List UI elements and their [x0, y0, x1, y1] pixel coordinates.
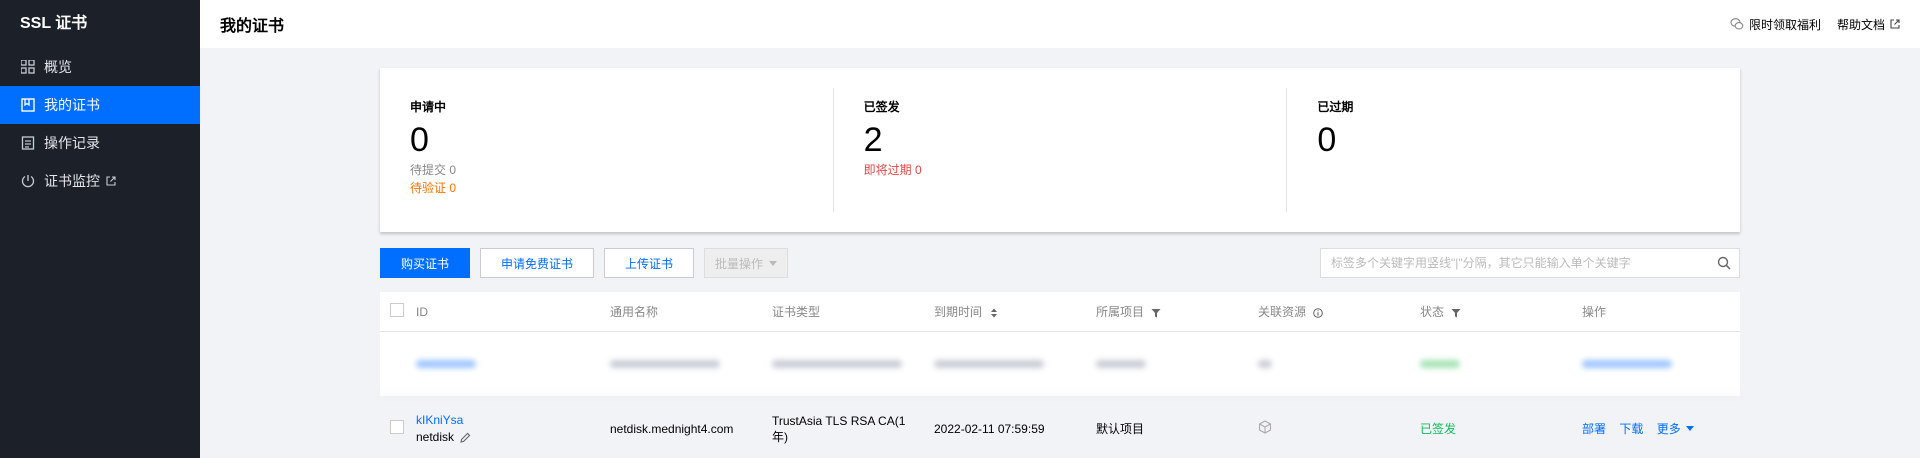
filter-icon[interactable]: [1451, 308, 1461, 318]
promo-link-label: 限时领取福利: [1748, 17, 1821, 32]
cell-project: 默认项目: [1096, 422, 1145, 436]
redacted-resource: [1258, 359, 1272, 368]
redacted-project: [1096, 359, 1146, 368]
stat-label: 已签发: [863, 100, 900, 114]
certificate-id-link[interactable]: kIKniYsa: [416, 413, 610, 427]
row-checkbox[interactable]: [390, 420, 404, 434]
certificate-table: ID 通用名称 证书类型 到期时间 所属项目 关联资源 状态 操作 kIKniY…: [380, 292, 1740, 458]
stat-label: 申请中: [410, 100, 447, 114]
filter-icon[interactable]: [1151, 308, 1161, 318]
sidebar-item-certificate-monitor[interactable]: 证书监控: [0, 162, 200, 200]
download-link[interactable]: 下载: [1619, 422, 1643, 436]
sidebar-item-overview[interactable]: 概览: [0, 48, 200, 86]
buy-certificate-button[interactable]: 购买证书: [380, 248, 471, 278]
info-icon[interactable]: [1313, 308, 1324, 318]
redacted-type: [772, 359, 902, 368]
table-header: ID 通用名称 证书类型 到期时间 所属项目 关联资源 状态 操作: [380, 292, 1740, 332]
stat-expiring-soon: 即将过期 0: [863, 163, 922, 177]
select-all-checkbox[interactable]: [390, 303, 404, 317]
sidebar-item-my-certificates[interactable]: 我的证书: [0, 86, 200, 124]
stat-value[interactable]: 0: [410, 119, 803, 161]
stat-value[interactable]: 2: [864, 119, 1257, 161]
table-row: kIKniYsa netdisk netdisk.mednight4.com T…: [380, 396, 1740, 458]
redacted-expire: [934, 359, 1044, 368]
caret-down-icon: [769, 260, 778, 266]
column-id: ID: [416, 304, 428, 319]
sidebar-item-label: 概览: [44, 59, 72, 75]
grid-icon: [20, 59, 36, 75]
page-title: 我的证书: [220, 18, 285, 35]
redacted-actions: [1582, 359, 1672, 368]
cell-id: kIKniYsa netdisk: [410, 413, 610, 444]
column-actions: 操作: [1582, 305, 1607, 319]
header-links: 限时领取福利 帮助文档: [1714, 16, 1900, 33]
column-label: 状态: [1420, 305, 1445, 319]
sidebar-item-label: 我的证书: [44, 97, 100, 113]
stat-pending-submit: 待提交 0: [410, 163, 457, 177]
stat-applying: 申请中 0 待提交 0 待验证 0: [380, 88, 834, 212]
table-row-redacted: [380, 332, 1740, 396]
sidebar-item-label: 证书监控: [44, 173, 100, 189]
caret-down-icon: [1685, 426, 1694, 431]
external-link-icon: [106, 176, 116, 186]
sidebar-title: SSL 证书: [20, 15, 88, 32]
stat-value[interactable]: 0: [1317, 119, 1710, 161]
stat-label: 已过期: [1317, 100, 1354, 114]
edit-pencil-icon[interactable]: [460, 432, 471, 443]
more-label: 更多: [1656, 422, 1681, 436]
search-box: [1320, 248, 1740, 278]
more-dropdown[interactable]: 更多: [1657, 420, 1694, 437]
stat-issued: 已签发 2 即将过期 0: [834, 88, 1288, 212]
cell-actions: 部署 下载 更多: [1582, 420, 1740, 437]
batch-operation-label: 批量操作: [715, 256, 764, 271]
search-input[interactable]: [1321, 249, 1709, 277]
column-linked-resource: 关联资源: [1258, 303, 1420, 320]
upload-certificate-button[interactable]: 上传证书: [604, 248, 695, 278]
wechat-icon: [1730, 18, 1744, 30]
page-header: 我的证书 限时领取福利 帮助文档: [200, 0, 1920, 48]
toolbar: 购买证书 申请免费证书 上传证书 批量操作: [380, 248, 1740, 278]
column-cert-type: 证书类型: [772, 305, 821, 319]
help-docs-label: 帮助文档: [1836, 17, 1885, 32]
certificate-icon: [20, 97, 36, 113]
column-label: 关联资源: [1258, 305, 1307, 319]
column-project: 所属项目: [1096, 303, 1258, 320]
redacted-id: [416, 359, 476, 368]
search-icon[interactable]: [1709, 256, 1739, 270]
sort-icon[interactable]: [989, 308, 999, 318]
sidebar-item-label: 操作记录: [44, 135, 100, 151]
cell-common-name: netdisk.mednight4.com: [610, 421, 734, 436]
log-icon: [20, 135, 36, 151]
certificate-alias: netdisk: [416, 430, 455, 444]
apply-free-certificate-button[interactable]: 申请免费证书: [480, 248, 595, 278]
column-expire-time[interactable]: 到期时间: [934, 303, 1096, 320]
cell-status: 已签发: [1420, 422, 1457, 436]
external-link-icon: [1890, 19, 1900, 29]
redacted-status: [1420, 359, 1460, 368]
help-docs-link[interactable]: 帮助文档: [1837, 16, 1900, 33]
promo-link[interactable]: 限时领取福利: [1730, 16, 1821, 33]
cell-cert-type: TrustAsia TLS RSA CA(1年): [772, 413, 906, 444]
cube-icon[interactable]: [1258, 420, 1272, 437]
sidebar: SSL 证书 概览 我的证书 操作记录 证书监控: [0, 0, 200, 458]
certificate-stats-card: 申请中 0 待提交 0 待验证 0 已签发 2 即将过期 0 已过期 0: [380, 68, 1740, 232]
stat-pending-verify: 待验证 0: [410, 181, 457, 195]
redacted-domain: [610, 359, 720, 368]
column-label: 到期时间: [934, 305, 983, 319]
column-status: 状态: [1420, 303, 1582, 320]
stat-expired: 已过期 0: [1287, 88, 1740, 212]
deploy-link[interactable]: 部署: [1582, 422, 1606, 436]
cell-expire-time: 2022-02-11 07:59:59: [934, 421, 1045, 436]
batch-operation-dropdown[interactable]: 批量操作: [704, 248, 789, 278]
column-common-name: 通用名称: [610, 305, 659, 319]
monitor-icon: [20, 173, 36, 189]
sidebar-item-operation-log[interactable]: 操作记录: [0, 124, 200, 162]
column-label: 所属项目: [1096, 305, 1145, 319]
cell-linked-resource: [1258, 420, 1420, 437]
